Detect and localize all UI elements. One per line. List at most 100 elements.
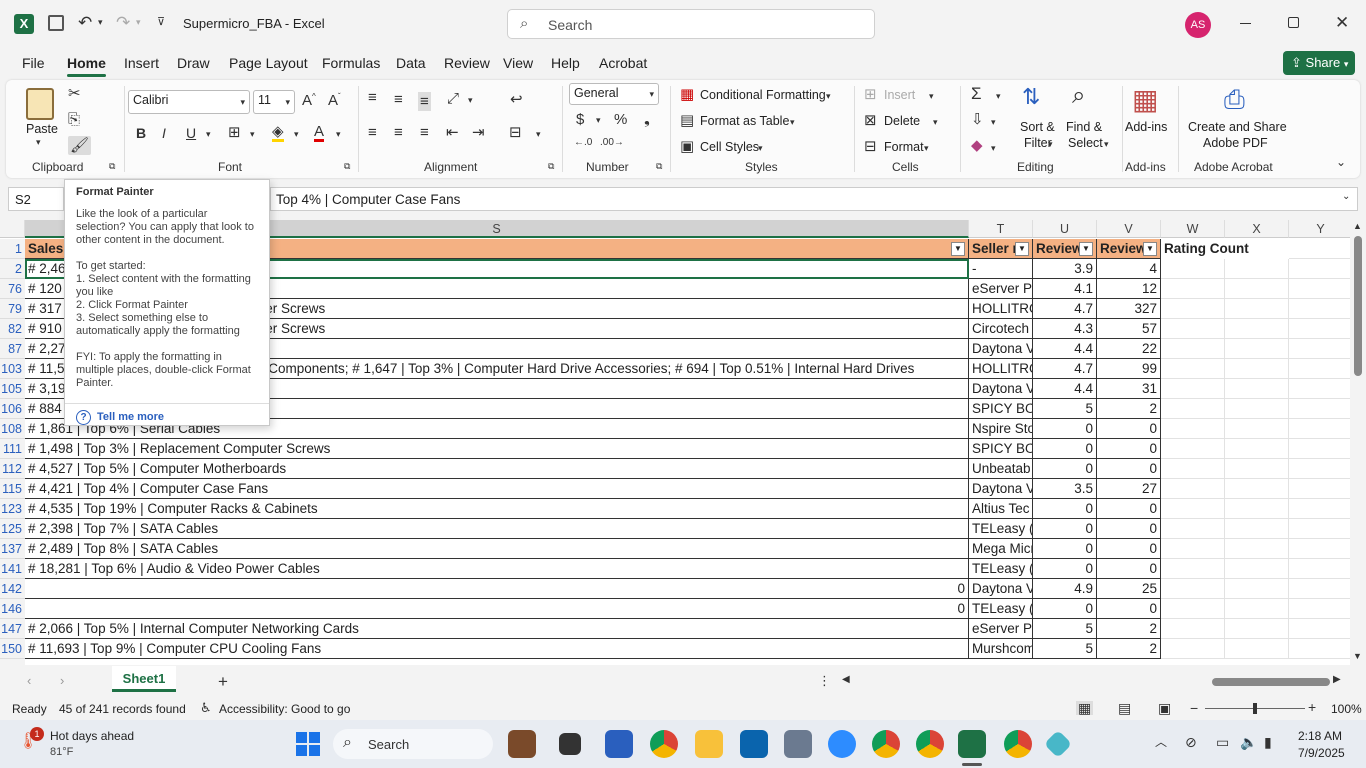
grid-cell[interactable] [1225, 599, 1289, 619]
sort-filter-label-1[interactable]: Sort & [1020, 120, 1055, 134]
grid-cell[interactable] [1161, 379, 1225, 399]
grid-cell[interactable] [1289, 279, 1350, 299]
decrease-indent-icon[interactable]: ⇤ [446, 125, 459, 140]
sales-rank-cell[interactable]: # 4,535 | Top 19% | Computer Racks & Cab… [25, 499, 969, 519]
row-header[interactable]: 137 [0, 539, 25, 559]
seller-cell[interactable]: SPICY BON [969, 399, 1033, 419]
review-count-cell[interactable]: 4 [1097, 259, 1161, 279]
vertical-scroll-thumb[interactable] [1354, 236, 1362, 376]
share-button[interactable]: ⇪ Share ▾ [1283, 51, 1355, 75]
review-rating-cell[interactable]: 5 [1033, 399, 1097, 419]
tab-page-layout[interactable]: Page Layout [229, 55, 308, 71]
seller-cell[interactable]: Mega Micr [969, 539, 1033, 559]
task-view-icon[interactable] [559, 733, 581, 755]
orientation-icon[interactable]: ⤢ [447, 91, 459, 106]
format-cells-button[interactable]: Format [884, 140, 924, 154]
tab-file[interactable]: File [22, 55, 45, 71]
vertical-scrollbar-track[interactable]: ▲ ▼ [1350, 220, 1366, 665]
review-count-cell[interactable]: 0 [1097, 419, 1161, 439]
grid-cell[interactable] [1289, 479, 1350, 499]
header-cell-review-count[interactable]: Review ▼ [1097, 239, 1161, 259]
collapse-ribbon-icon[interactable]: ⌄ [1336, 156, 1346, 168]
normal-view-icon[interactable]: ▦ [1076, 701, 1094, 715]
grid-cell[interactable] [1225, 639, 1289, 659]
tab-view[interactable]: View [503, 55, 533, 71]
grid-cell[interactable] [1225, 479, 1289, 499]
review-rating-cell[interactable]: 0 [1033, 459, 1097, 479]
page-break-view-icon[interactable]: ▣ [1158, 701, 1171, 715]
grid-cell[interactable] [1225, 619, 1289, 639]
expand-formula-icon[interactable]: ⌄ [1342, 192, 1350, 202]
grid-cell[interactable] [1161, 279, 1225, 299]
review-count-cell[interactable]: 31 [1097, 379, 1161, 399]
page-layout-view-icon[interactable]: ▤ [1118, 701, 1131, 715]
close-button[interactable]: ✕ [1335, 14, 1349, 31]
review-count-cell[interactable]: 0 [1097, 439, 1161, 459]
grid-cell[interactable] [1161, 419, 1225, 439]
seller-cell[interactable]: eServer Pr [969, 619, 1033, 639]
align-right-icon[interactable]: ≡ [420, 125, 429, 140]
sales-rank-cell[interactable]: # 18,281 | Top 6% | Audio & Video Power … [25, 559, 969, 579]
redo-dropdown-icon[interactable]: ▾ [136, 18, 141, 27]
grid-cell[interactable] [1161, 479, 1225, 499]
seller-cell[interactable]: HOLLITRO [969, 299, 1033, 319]
wrap-text-icon[interactable]: ↩ [510, 92, 523, 107]
grid-cell[interactable] [1161, 599, 1225, 619]
conditional-formatting-button[interactable]: Conditional Formatting [700, 88, 826, 102]
merge-dropdown-icon[interactable]: ▾ [536, 130, 541, 139]
grid-cell[interactable] [1289, 519, 1350, 539]
review-count-cell[interactable]: 0 [1097, 459, 1161, 479]
percent-icon[interactable]: % [614, 112, 627, 127]
copy-icon[interactable]: ⎘ [68, 112, 80, 127]
font-launcher-icon[interactable]: ⧉ [344, 162, 350, 171]
row-header[interactable]: 79 [0, 299, 25, 319]
review-rating-cell[interactable]: 3.9 [1033, 259, 1097, 279]
file-explorer-icon[interactable] [695, 730, 723, 758]
column-header-y[interactable]: Y [1289, 220, 1350, 238]
sales-rank-cell[interactable]: # 2,398 | Top 7% | SATA Cables [25, 519, 969, 539]
delete-cells-button[interactable]: Delete [884, 114, 920, 128]
calculator-icon[interactable] [784, 730, 812, 758]
grid-cell[interactable] [1289, 579, 1350, 599]
minimize-button[interactable] [1240, 23, 1251, 24]
grid-cell[interactable] [1225, 339, 1289, 359]
review-count-cell[interactable]: 0 [1097, 599, 1161, 619]
review-count-cell[interactable]: 0 [1097, 559, 1161, 579]
battery-icon[interactable]: ▮ [1264, 735, 1272, 749]
review-rating-cell[interactable]: 0 [1033, 439, 1097, 459]
review-count-cell[interactable]: 2 [1097, 619, 1161, 639]
grid-cell[interactable] [1289, 399, 1350, 419]
horizontal-scroll-thumb[interactable] [1212, 678, 1330, 686]
tab-insert[interactable]: Insert [124, 55, 159, 71]
review-rating-cell[interactable]: 4.7 [1033, 359, 1097, 379]
bottom-align-icon[interactable]: ≡ [418, 92, 431, 111]
decrease-font-icon[interactable]: Aˇ [328, 93, 341, 109]
create-pdf-icon[interactable]: ⎙ [1224, 86, 1245, 112]
review-count-cell[interactable]: 57 [1097, 319, 1161, 339]
header-cell-rating-count[interactable]: Rating Count [1161, 239, 1289, 259]
decrease-decimal-icon[interactable]: .00→ [600, 138, 624, 148]
tab-help[interactable]: Help [551, 55, 580, 71]
row-header[interactable]: 123 [0, 499, 25, 519]
grid-cell[interactable] [1225, 279, 1289, 299]
seller-cell[interactable]: - [969, 259, 1033, 279]
review-count-cell[interactable]: 22 [1097, 339, 1161, 359]
fill-dropdown-icon[interactable]: ▾ [294, 130, 299, 139]
grid-cell[interactable] [1225, 559, 1289, 579]
row-header[interactable]: 115 [0, 479, 25, 499]
tell-me-more-link[interactable]: ? Tell me more [65, 403, 269, 425]
grid-cell[interactable] [1289, 339, 1350, 359]
autosum-icon[interactable]: Σ [971, 85, 982, 102]
borders-icon[interactable]: ⊞ [228, 125, 241, 140]
review-rating-cell[interactable]: 0 [1033, 599, 1097, 619]
grid-cell[interactable] [1289, 439, 1350, 459]
row-header[interactable]: 142 [0, 579, 25, 599]
filter-dropdown-icon[interactable]: ▼ [1079, 242, 1093, 256]
scroll-left-icon[interactable]: ◀ [842, 675, 850, 685]
cut-icon[interactable]: ✂ [68, 86, 81, 101]
column-header-u[interactable]: U [1033, 220, 1097, 238]
review-rating-cell[interactable]: 4.4 [1033, 379, 1097, 399]
chrome-profile-1-icon[interactable] [872, 730, 900, 758]
paste-dropdown-icon[interactable]: ▾ [36, 138, 41, 147]
avatar[interactable]: AS [1185, 12, 1211, 38]
